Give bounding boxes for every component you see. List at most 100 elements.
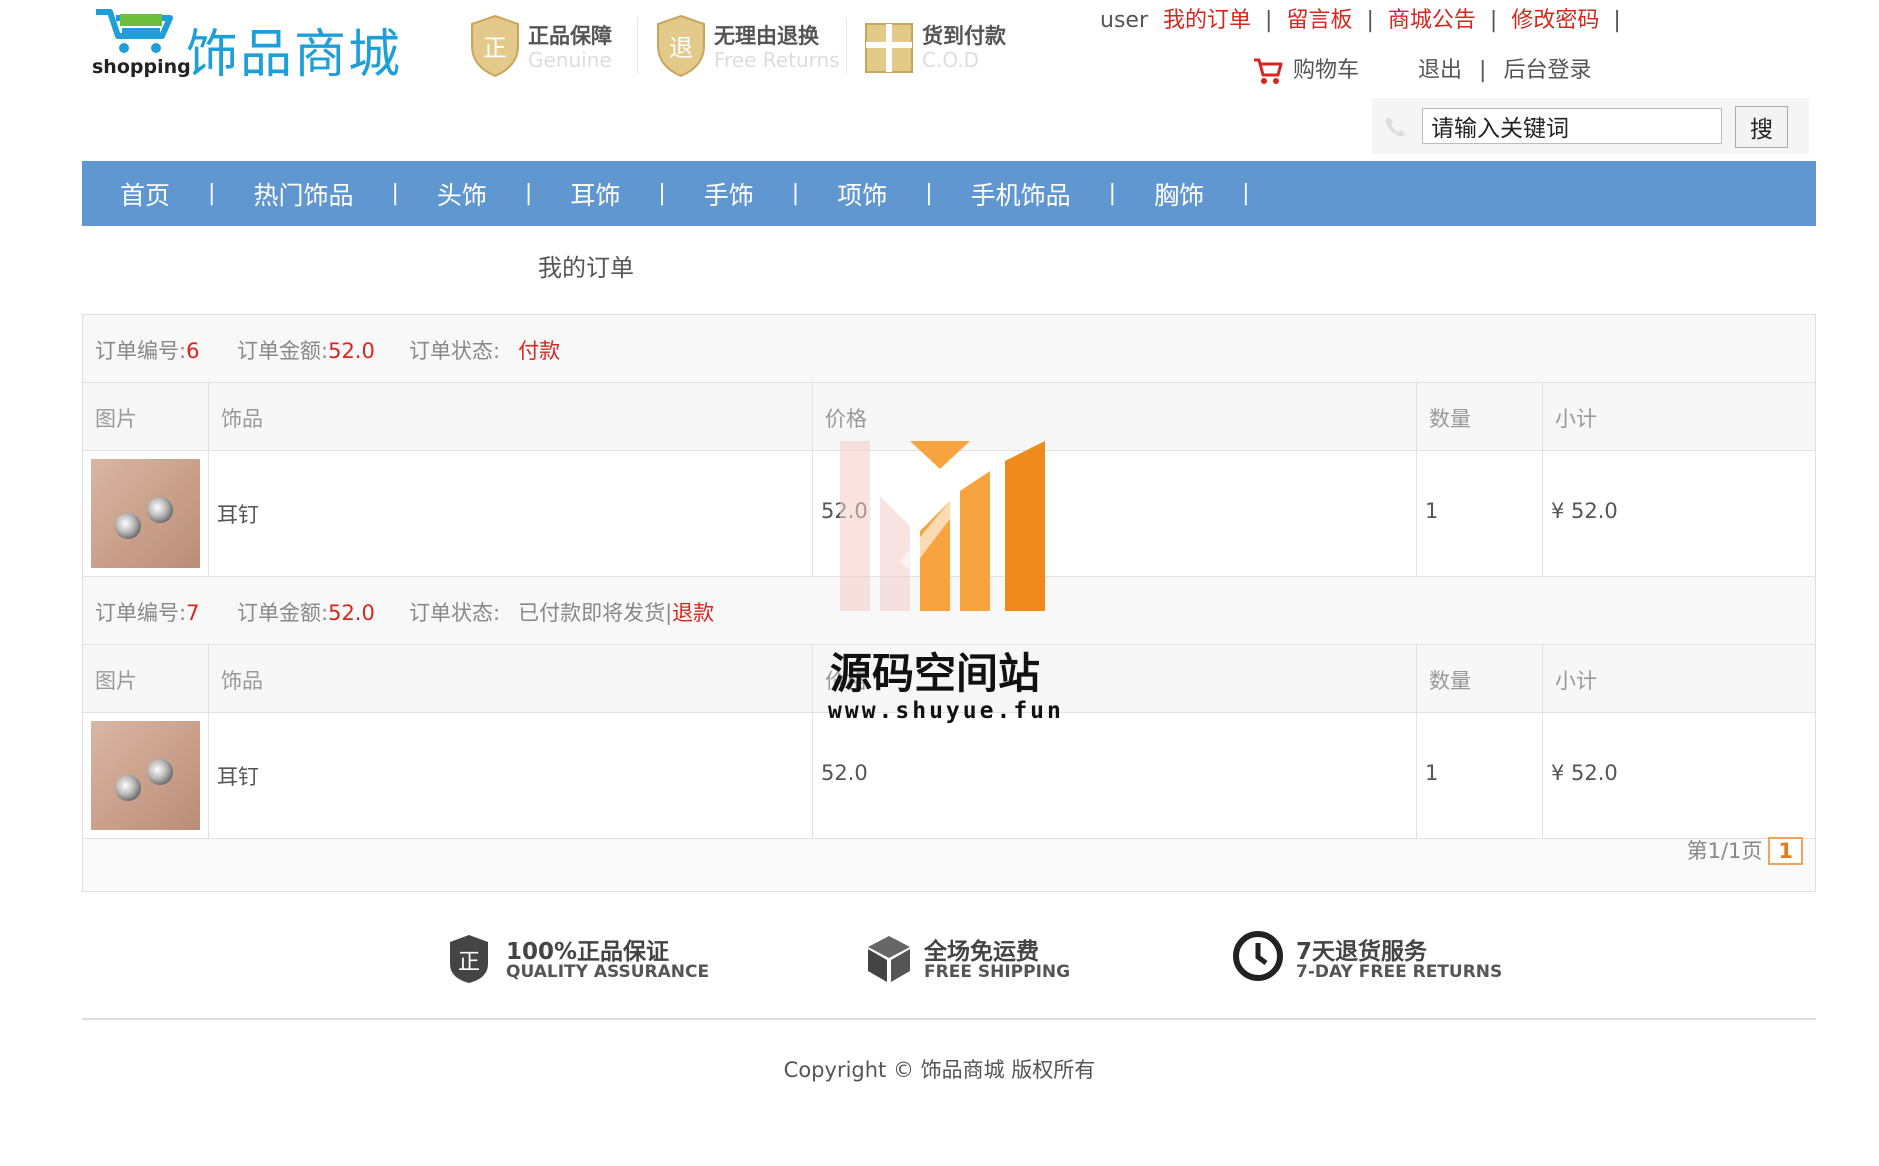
nav-item-hand[interactable]: 手饰 (666, 176, 792, 212)
cart-label: 购物车 (1293, 58, 1360, 83)
footer-feature-returns: 7天退货服务 7-DAY FREE RETURNS (1232, 928, 1532, 988)
separator: | (1613, 8, 1621, 33)
separator: | (791, 181, 800, 206)
box-icon (868, 936, 910, 982)
item-qty: 1 (1425, 761, 1439, 785)
refund-link[interactable]: 退款 (672, 601, 714, 625)
col-item: 饰品 (221, 669, 263, 693)
copyright: Copyright © 饰品商城 版权所有 (783, 1058, 1096, 1082)
order-number: 订单编号:6 (95, 339, 200, 363)
search-button[interactable]: 搜 (1735, 106, 1788, 148)
feature-title: 100%正品保证 (506, 939, 670, 965)
nav-item-brooch[interactable]: 胸饰 (1116, 176, 1242, 212)
genuine-badge-icon: 正 (450, 935, 488, 983)
separator: | (1242, 181, 1250, 206)
page-info: 第1/1页 (1686, 839, 1763, 863)
separator: | (524, 181, 533, 206)
status-text: 已付款即将发货| (518, 601, 673, 625)
feature-title: 全场免运费 (924, 939, 1039, 965)
svg-text:正: 正 (458, 950, 480, 975)
divider (637, 18, 638, 74)
admin-login-link[interactable]: 后台登录 (1503, 58, 1591, 83)
logo-text-en: shopping (92, 56, 191, 78)
item-subtotal: ¥ 52.0 (1551, 499, 1618, 523)
col-price: 价格 (825, 407, 867, 431)
col-qty: 数量 (1429, 407, 1471, 431)
nav-item-ear[interactable]: 耳饰 (532, 176, 658, 212)
shield-returns-icon: 退 (657, 14, 705, 78)
cart-link[interactable]: 购物车 (1253, 58, 1366, 84)
promise-title: 正品保障 (528, 24, 612, 48)
promise-subtitle: Genuine (528, 48, 612, 72)
shield-genuine-icon: 正 (471, 14, 519, 78)
item-subtotal: ¥ 52.0 (1551, 761, 1618, 785)
feature-subtitle: QUALITY ASSURANCE (506, 962, 710, 982)
separator: | (1265, 8, 1273, 33)
user-actions: 购物车 退出 | 后台登录 (1253, 52, 1591, 85)
search-box: 搜 (1372, 98, 1809, 154)
svg-text:正: 正 (483, 34, 507, 62)
footer-divider (82, 1018, 1816, 1020)
search-input[interactable] (1422, 108, 1722, 144)
clock-icon (1233, 931, 1283, 981)
item-price: 52.0 (821, 761, 868, 785)
promise-genuine: 正 正品保障 Genuine (468, 14, 628, 78)
pagination: 第1/1页 1 (1687, 835, 1803, 865)
promise-title: 货到付款 (922, 24, 1006, 48)
page-title: 我的订单 (538, 254, 634, 282)
separator: | (925, 181, 933, 206)
cart-icon (1254, 58, 1283, 84)
link-my-orders[interactable]: 我的订单 (1163, 8, 1251, 33)
nav-item-hot[interactable]: 热门饰品 (215, 176, 391, 212)
promise-subtitle: C.O.D (922, 48, 980, 72)
nav-item-head[interactable]: 头饰 (399, 176, 525, 212)
promise-title: 无理由退换 (714, 24, 819, 48)
page-button-current[interactable]: 1 (1768, 837, 1803, 865)
link-message-board[interactable]: 留言板 (1286, 8, 1352, 33)
item-name[interactable]: 耳钉 (217, 499, 259, 529)
main-nav: 首页 | 热门饰品 | 头饰 | 耳饰 | 手饰 | 项饰 | 手机饰品 | 胸饰 | (82, 161, 1816, 226)
feature-subtitle: 7-DAY FREE RETURNS (1296, 962, 1503, 982)
order-amount: 订单金额:52.0 (237, 339, 375, 363)
link-announcements[interactable]: 商城公告 (1388, 8, 1476, 33)
order-status: 订单状态: 已付款即将发货|退款 (409, 601, 715, 625)
col-image: 图片 (95, 407, 137, 431)
nav-item-neck[interactable]: 项饰 (799, 176, 925, 212)
feature-subtitle: FREE SHIPPING (924, 962, 1071, 982)
table-row: 耳钉 52.0 1 ¥ 52.0 (83, 713, 1815, 839)
product-image[interactable] (91, 459, 200, 568)
col-subtotal: 小计 (1555, 407, 1597, 431)
link-change-password[interactable]: 修改密码 (1511, 8, 1599, 33)
product-image[interactable] (91, 721, 200, 830)
promise-returns: 退 无理由退换 Free Returns (654, 14, 844, 78)
nav-item-phone[interactable]: 手机饰品 (933, 176, 1109, 212)
pay-link[interactable]: 付款 (518, 339, 560, 363)
order-header: 订单编号:6 订单金额:52.0 订单状态: 付款 (83, 315, 1815, 383)
logo-text-cn: 饰品商城 (186, 25, 403, 85)
separator: | (658, 181, 666, 206)
item-name[interactable]: 耳钉 (217, 761, 259, 791)
col-subtotal: 小计 (1555, 669, 1597, 693)
logout-link[interactable]: 退出 (1418, 58, 1462, 83)
item-qty: 1 (1425, 499, 1439, 523)
phone-icon (1385, 117, 1405, 137)
gift-cod-icon (865, 23, 913, 73)
footer-feature-genuine: 正 100%正品保证 QUALITY ASSURANCE (448, 928, 718, 988)
separator: | (1479, 58, 1487, 83)
svg-text:退: 退 (669, 34, 693, 62)
watermark-url: www.shuyue.fun (828, 698, 1064, 724)
watermark-logo-icon (840, 441, 1045, 611)
watermark-title: 源码空间站 (830, 649, 1041, 698)
feature-title: 7天退货服务 (1296, 939, 1428, 965)
separator: | (1366, 8, 1374, 33)
col-item: 饰品 (221, 407, 263, 431)
order-amount: 订单金额:52.0 (237, 601, 375, 625)
separator: | (1108, 181, 1117, 206)
order-number: 订单编号:7 (95, 601, 200, 625)
order-status: 订单状态: 付款 (409, 339, 561, 363)
nav-item-home[interactable]: 首页 (82, 176, 208, 212)
col-qty: 数量 (1429, 669, 1471, 693)
separator: | (391, 181, 399, 206)
promise-cod: 货到付款 C.O.D (862, 14, 1022, 78)
site-logo[interactable]: shopping 饰品商城 (92, 6, 422, 85)
